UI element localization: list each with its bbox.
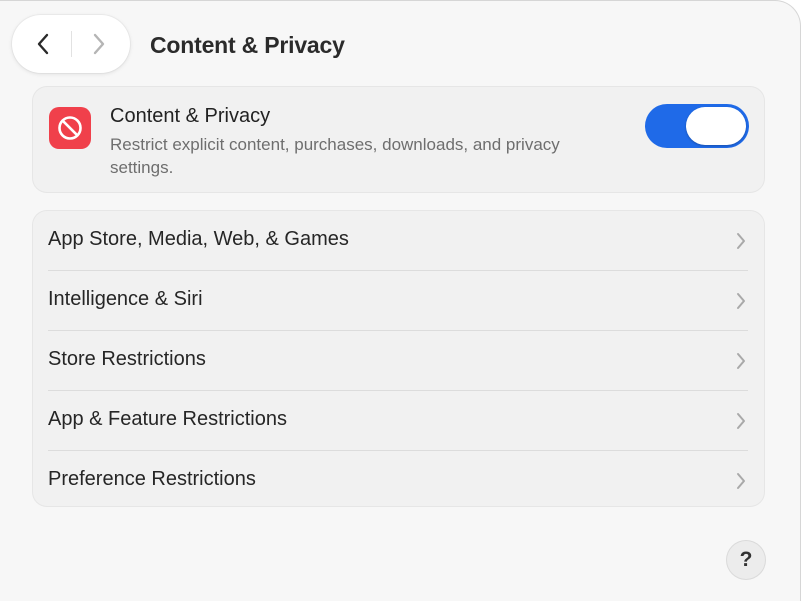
chevron-right-icon: [737, 413, 745, 429]
chevron-left-icon: [37, 33, 49, 55]
list-item-label: App & Feature Restrictions: [48, 408, 287, 430]
list-item-label: App Store, Media, Web, & Games: [48, 228, 349, 250]
list-item-intelligence-siri[interactable]: Intelligence & Siri: [33, 271, 764, 331]
chevron-right-icon: [737, 353, 745, 369]
list-item-label: Preference Restrictions: [48, 468, 256, 490]
settings-window: Content & Privacy Content & Privacy Rest…: [0, 0, 801, 601]
chevron-right-icon: [737, 233, 745, 249]
list-item-label: Intelligence & Siri: [48, 288, 203, 310]
back-button[interactable]: [14, 15, 72, 73]
navigation-buttons: [12, 15, 130, 73]
toggle-knob: [686, 107, 746, 145]
chevron-right-icon: [737, 473, 745, 489]
list-item-app-store-media-web-games[interactable]: App Store, Media, Web, & Games: [33, 211, 764, 271]
restrictions-list: App Store, Media, Web, & Games Intellige…: [33, 211, 764, 506]
list-item-label: Store Restrictions: [48, 348, 206, 370]
page-title: Content & Privacy: [150, 32, 345, 58]
content-privacy-description: Restrict explicit content, purchases, do…: [110, 135, 560, 177]
chevron-right-icon: [93, 33, 105, 55]
list-item-app-feature-restrictions[interactable]: App & Feature Restrictions: [33, 391, 764, 451]
list-item-preference-restrictions[interactable]: Preference Restrictions: [33, 451, 764, 511]
chevron-right-icon: [737, 293, 745, 309]
content-privacy-toggle[interactable]: [645, 104, 749, 148]
content-privacy-card: Content & Privacy Restrict explicit cont…: [33, 87, 764, 192]
content-privacy-title: Content & Privacy: [110, 105, 271, 127]
help-button[interactable]: ?: [727, 541, 765, 579]
forward-button[interactable]: [70, 15, 128, 73]
prohibited-icon: [49, 107, 91, 149]
list-item-store-restrictions[interactable]: Store Restrictions: [33, 331, 764, 391]
